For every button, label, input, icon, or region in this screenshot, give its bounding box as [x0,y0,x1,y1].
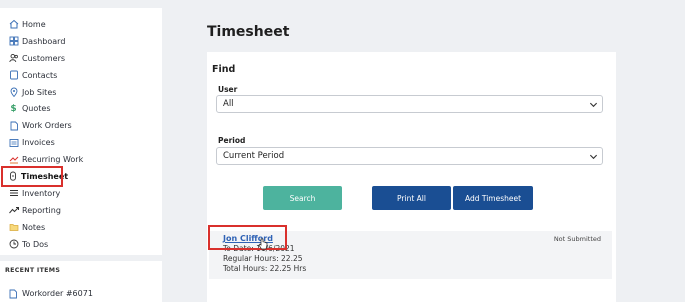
user-select-value: All [223,99,234,109]
sidebar-item-label: Contacts [22,70,58,80]
entry-total-hours: Total Hours: 22.25 Hrs [223,264,307,273]
hand-cursor-icon [258,238,268,250]
sidebar-item-quotes[interactable]: $ Quotes [0,100,162,117]
recent-items-title: RECENT ITEMS [5,267,61,274]
home-icon [8,19,19,30]
sidebar-item-label: Home [22,19,46,29]
dashboard-icon [8,36,19,47]
contacts-icon [8,70,19,81]
search-button[interactable]: Search [263,186,342,210]
sidebar: Home Dashboard Customers Contacts Job Si… [0,8,162,255]
list-icon [8,188,19,199]
clock-icon [8,239,19,250]
sidebar-item-label: Recurring Work [22,155,84,165]
stopwatch-icon [8,171,18,182]
sidebar-item-recurring-work[interactable]: Recurring Work [0,151,162,168]
recent-items-panel: RECENT ITEMS Workorder #6071 [0,261,162,302]
sidebar-item-label: Timesheet [21,171,69,181]
document-icon [8,120,19,131]
sidebar-item-label: Customers [22,53,66,63]
sidebar-item-invoices[interactable]: Invoices [0,134,162,151]
sidebar-item-label: To Dos [22,239,49,249]
entry-regular-hours: Regular Hours: 22.25 [223,254,303,263]
find-title: Find [212,64,236,75]
add-timesheet-button[interactable]: Add Timesheet [453,186,533,210]
location-pin-icon [8,87,19,98]
sidebar-item-label: Inventory [22,188,61,198]
document-icon [8,288,19,299]
status-badge: Not Submitted [553,235,601,243]
user-label: User [218,85,238,94]
sidebar-item-label: Invoices [22,138,55,148]
page-title: Timesheet [207,24,290,40]
print-all-button[interactable]: Print All [372,186,451,210]
sidebar-item-notes[interactable]: Notes [0,219,162,236]
recent-item-workorder[interactable]: Workorder #6071 [8,288,93,299]
sidebar-nav: Home Dashboard Customers Contacts Job Si… [0,8,162,252]
sidebar-item-contacts[interactable]: Contacts [0,67,162,84]
sidebar-item-to-dos[interactable]: To Dos [0,236,162,253]
sidebar-item-label: Job Sites [22,87,57,97]
user-select[interactable]: All [216,95,603,113]
sidebar-item-job-sites[interactable]: Job Sites [0,84,162,101]
folder-icon [8,222,19,233]
sidebar-item-home[interactable]: Home [0,16,162,33]
period-label: Period [218,136,246,145]
users-icon [8,53,19,64]
sidebar-item-timesheet[interactable]: Timesheet [1,166,68,187]
invoice-icon [8,137,19,148]
sidebar-item-customers[interactable]: Customers [0,50,162,67]
sidebar-item-label: Notes [22,222,46,232]
recurring-icon [8,154,19,165]
recent-item-label: Workorder #6071 [22,289,93,298]
sidebar-item-work-orders[interactable]: Work Orders [0,117,162,134]
period-select-value: Current Period [223,151,285,161]
dollar-icon: $ [10,103,17,114]
sidebar-item-inventory[interactable]: Inventory [0,185,162,202]
chevron-down-icon [589,102,598,108]
sidebar-item-dashboard[interactable]: Dashboard [0,33,162,50]
sidebar-item-reporting[interactable]: Reporting [0,202,162,219]
chevron-down-icon [589,154,598,160]
trend-icon [8,205,19,216]
period-select[interactable]: Current Period [216,147,603,165]
sidebar-item-label: Quotes [22,104,51,114]
sidebar-item-label: Work Orders [22,121,72,131]
sidebar-item-label: Reporting [22,205,61,215]
highlight-box [208,225,287,250]
sidebar-item-label: Dashboard [22,36,66,46]
